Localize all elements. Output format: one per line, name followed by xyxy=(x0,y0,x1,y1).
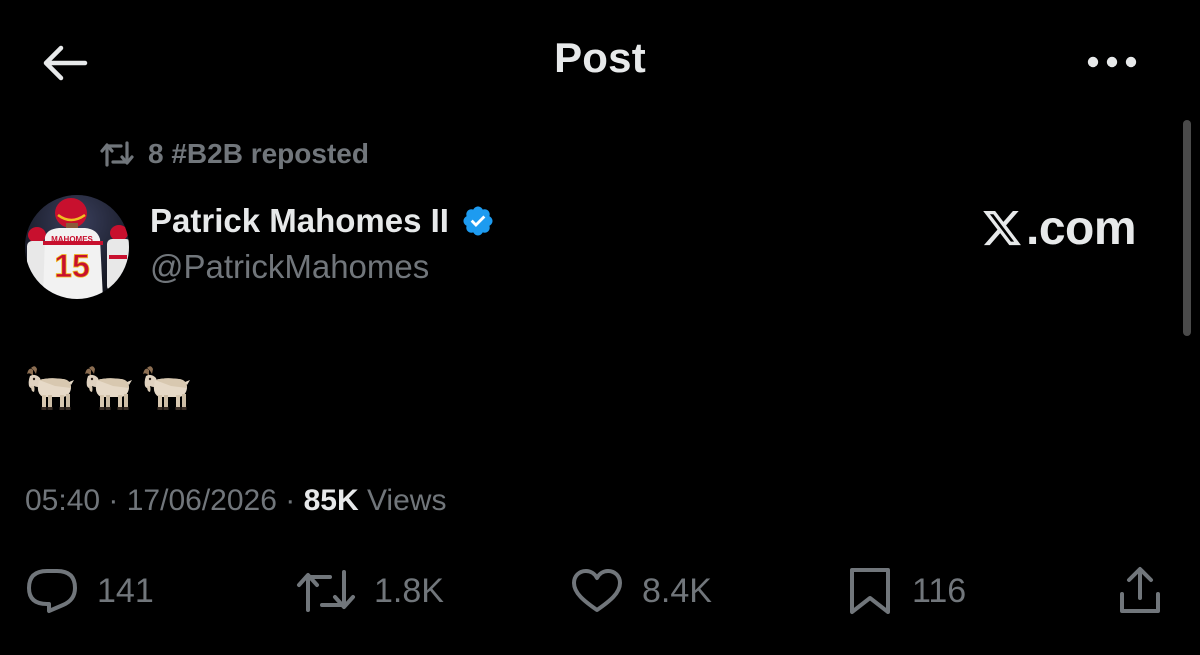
author-handle[interactable]: @PatrickMahomes xyxy=(150,248,429,286)
author-display-name: Patrick Mahomes II xyxy=(150,202,449,239)
goat-icon xyxy=(143,366,190,410)
avatar-image: MAHOMES 15 xyxy=(25,195,129,299)
reply-button[interactable]: 141 xyxy=(25,560,154,622)
repost-count: 1.8K xyxy=(374,571,444,610)
share-button[interactable] xyxy=(1110,560,1170,622)
verified-badge-icon xyxy=(463,206,493,236)
repost-icon xyxy=(100,141,134,167)
scrollbar[interactable] xyxy=(1183,120,1191,336)
meta-separator: · xyxy=(276,484,304,517)
page-title: Post xyxy=(554,34,646,81)
bookmark-count: 116 xyxy=(912,571,967,610)
repost-icon xyxy=(297,570,355,612)
tweet-text xyxy=(25,364,191,412)
avatar-jersey-name: MAHOMES xyxy=(51,235,93,244)
post-time[interactable]: 05:40 xyxy=(25,484,100,517)
repost-context[interactable]: 8 #B2B reposted xyxy=(100,134,369,174)
more-horizontal-icon xyxy=(1087,56,1137,68)
more-options-button[interactable] xyxy=(1080,40,1144,84)
heart-icon xyxy=(572,569,622,612)
avatar[interactable]: MAHOMES 15 xyxy=(25,195,129,299)
bookmark-button[interactable]: 116 xyxy=(846,560,966,622)
views-label: Views xyxy=(358,484,447,517)
meta-separator: · xyxy=(100,484,127,517)
repost-context-text: 8 #B2B reposted xyxy=(148,138,369,169)
reply-count: 141 xyxy=(97,571,154,610)
post-date[interactable]: 17/06/2026 xyxy=(127,484,277,517)
post-meta: 05:40 · 17/06/2026 · 85K Views xyxy=(25,484,446,518)
views-count[interactable]: 85K xyxy=(304,484,359,517)
x-com-watermark: .com xyxy=(980,200,1137,256)
reply-icon xyxy=(27,569,77,613)
x-logo-icon xyxy=(983,210,1021,246)
share-icon xyxy=(1120,567,1160,613)
watermark-text: .com xyxy=(1026,201,1137,255)
like-count: 8.4K xyxy=(642,571,712,610)
repost-button[interactable]: 1.8K xyxy=(296,560,444,622)
bookmark-icon xyxy=(850,568,890,614)
author-name-row[interactable]: Patrick Mahomes II xyxy=(150,202,495,240)
avatar-jersey-number: 15 xyxy=(54,248,90,284)
like-button[interactable]: 8.4K xyxy=(570,560,712,622)
goat-icon xyxy=(27,366,74,410)
goat-icon xyxy=(85,366,132,410)
